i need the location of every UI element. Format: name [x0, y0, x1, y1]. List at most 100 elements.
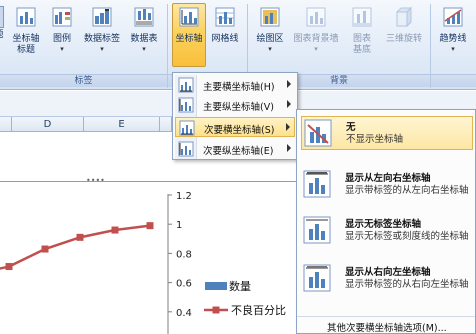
secondary-vertical-axis-icon [178, 141, 194, 157]
axes-button[interactable]: 坐标轴 [172, 3, 206, 67]
axes-menu-item-2[interactable]: 次要横坐标轴(S) [175, 117, 295, 137]
submenu-arrow-icon [287, 144, 291, 152]
data-labels-label: 数据标签 [83, 34, 120, 44]
secondary-axis-option-title: 无 [346, 122, 356, 133]
data-point-marker[interactable] [146, 222, 154, 230]
chart-wall-icon [306, 7, 326, 27]
plot-area-button[interactable]: 绘图区 ▾ [252, 4, 288, 53]
trendline-label: 趋势线 [439, 34, 467, 44]
series-line-defect-percentage[interactable] [0, 224, 151, 273]
secondary-axis-option-3[interactable]: 显示从右向左坐标轴 显示带标签的从右向左坐标轴 [301, 262, 473, 308]
gridlines-icon [215, 7, 235, 27]
data-point-marker[interactable] [76, 233, 84, 241]
chart-wall-button[interactable]: 图表背景墙 ▾ [290, 4, 342, 53]
legend-button[interactable]: 图例 ▾ [48, 4, 76, 53]
legend-label-quantity: 数量 [229, 280, 251, 293]
trendline-icon [443, 7, 463, 27]
chart-title-button[interactable]: 题 [0, 4, 6, 41]
axes-icon [179, 7, 199, 27]
labels-group-label: 标签 [0, 74, 167, 87]
axes-menu-item-0[interactable]: 主要横坐标轴(H) [175, 75, 295, 95]
legend-label-defect-percentage: 不良百分比 [231, 303, 286, 317]
chart-floor-icon [352, 7, 372, 27]
axes-menu-item-label: 主要横坐标轴(H) [203, 82, 275, 93]
trendline-button[interactable]: 趋势线 ▾ [434, 4, 472, 53]
secondary-axis-option-description: 显示带标签的从右向左坐标轴 [345, 279, 469, 290]
secondary-horizontal-axis-submenu: 无不显示坐标轴 显示从左向右坐标轴 显示带标签的从左向右坐标轴 显示无标签坐标轴 显示无… [296, 109, 476, 334]
data-point-marker[interactable] [41, 245, 49, 253]
line-chart[interactable]: 1.2 1 0.8 0.6 0.4 数量不良百分比 [0, 184, 300, 334]
legend-label: 图例 [52, 34, 71, 44]
axis-titles-label-2: 标题 [16, 45, 35, 55]
rotation-3d-label: 三维旋转 [385, 34, 422, 44]
legend-swatch-quantity [205, 282, 227, 290]
column-header-e[interactable]: E [84, 117, 160, 132]
rotation-3d-button[interactable]: 三维旋转 [382, 4, 426, 45]
gridlines-label: 网格线 [211, 34, 239, 44]
axis-titles-button[interactable]: 坐标轴 标题 [8, 4, 44, 56]
y-tick-label: 1.2 [176, 191, 192, 202]
secondary-axis-option-title: 显示从左向右坐标轴 [345, 173, 431, 184]
legend-marker-defect-percentage [212, 306, 220, 314]
column-header-c[interactable] [0, 117, 12, 132]
y-tick-label: 1 [176, 220, 182, 231]
chart-floor-button[interactable]: 图表 基底 [344, 4, 380, 56]
chart-floor-label-1: 图表 [352, 34, 371, 44]
data-table-button[interactable]: 数据表 ▾ [126, 4, 162, 53]
left-to-right-axis-icon [303, 170, 331, 198]
secondary-axis-option-description: 显示无标签或刻度线的坐标轴 [345, 231, 469, 242]
data-labels-button[interactable]: 数据标签 ▾ [80, 4, 124, 53]
chart-legend: 数量不良百分比 [204, 280, 286, 317]
submenu-arrow-icon [287, 100, 291, 108]
chart-wall-dropdown-icon: ▾ [314, 45, 318, 53]
axes-menu-item-label: 主要纵坐标轴(V) [203, 102, 274, 113]
secondary-horizontal-axis-icon [179, 120, 195, 136]
y-tick-label: 0.8 [176, 249, 192, 260]
column-header-f[interactable] [160, 117, 172, 132]
trendline-dropdown-icon: ▾ [451, 45, 455, 53]
secondary-axis-option-1[interactable]: 显示从左向右坐标轴 显示带标签的从左向右坐标轴 [301, 168, 473, 208]
data-table-label: 数据表 [130, 34, 158, 44]
analysis-group-label [431, 74, 476, 87]
secondary-axis-option-description: 不显示坐标轴 [346, 134, 404, 145]
rotation-3d-icon [395, 6, 413, 28]
primary-horizontal-axis-icon [178, 77, 194, 93]
more-secondary-axis-options-label: 其他次要横坐标轴选项(M)... [327, 323, 447, 334]
more-secondary-axis-options[interactable]: 其他次要横坐标轴选项(M)... [297, 316, 475, 334]
chart-title-icon [0, 6, 4, 28]
data-table-dropdown-icon: ▾ [142, 45, 146, 53]
plot-area-icon [260, 7, 280, 27]
axes-dropdown-menu: 主要横坐标轴(H) 主要纵坐标轴(V) 次要横坐标轴(S) 次要纵坐标轴(E) [172, 72, 298, 160]
axis-titles-label-1: 坐标轴 [12, 34, 40, 44]
axes-menu-item-3[interactable]: 次要纵坐标轴(E) [175, 139, 295, 159]
axes-menu-item-1[interactable]: 主要纵坐标轴(V) [175, 95, 295, 115]
secondary-axis-option-description: 显示带标签的从左向右坐标轴 [345, 185, 469, 196]
plot-area-label: 绘图区 [256, 34, 284, 44]
no-label-axis-icon [303, 216, 331, 244]
secondary-axis-option-title: 显示从右向左坐标轴 [345, 267, 431, 278]
series-group [0, 222, 154, 273]
legend-icon [52, 7, 72, 27]
secondary-axis-option-title: 显示无标签坐标轴 [345, 219, 422, 230]
gridlines-button[interactable]: 网格线 [208, 4, 242, 45]
data-point-marker[interactable] [111, 226, 119, 234]
chart-title-label: 题 [0, 30, 6, 41]
data-point-marker[interactable] [5, 263, 13, 271]
axes-label: 坐标轴 [175, 34, 203, 44]
y-axis-ticks: 1.2 1 0.8 0.6 0.4 [168, 191, 192, 319]
y-tick-label: 0.6 [176, 279, 192, 290]
secondary-axis-option-2[interactable]: 显示无标签坐标轴 显示无标签或刻度线的坐标轴 [301, 214, 473, 256]
chart-border-top [0, 181, 300, 182]
plot-area-dropdown-icon: ▾ [268, 45, 272, 53]
submenu-arrow-icon [286, 123, 290, 131]
submenu-arrow-icon [287, 80, 291, 88]
axes-menu-item-label: 次要纵坐标轴(E) [203, 146, 274, 157]
axis-titles-icon [16, 7, 36, 27]
legend-dropdown-icon: ▾ [60, 45, 64, 53]
y-tick-label: 0.4 [176, 308, 192, 319]
chart-floor-label-2: 基底 [352, 45, 371, 55]
data-labels-dropdown-icon: ▾ [100, 45, 104, 53]
secondary-axis-option-0[interactable]: 无不显示坐标轴 [301, 116, 473, 150]
column-header-d[interactable]: D [12, 117, 84, 132]
chart-wall-label: 图表背景墙 [293, 34, 339, 44]
